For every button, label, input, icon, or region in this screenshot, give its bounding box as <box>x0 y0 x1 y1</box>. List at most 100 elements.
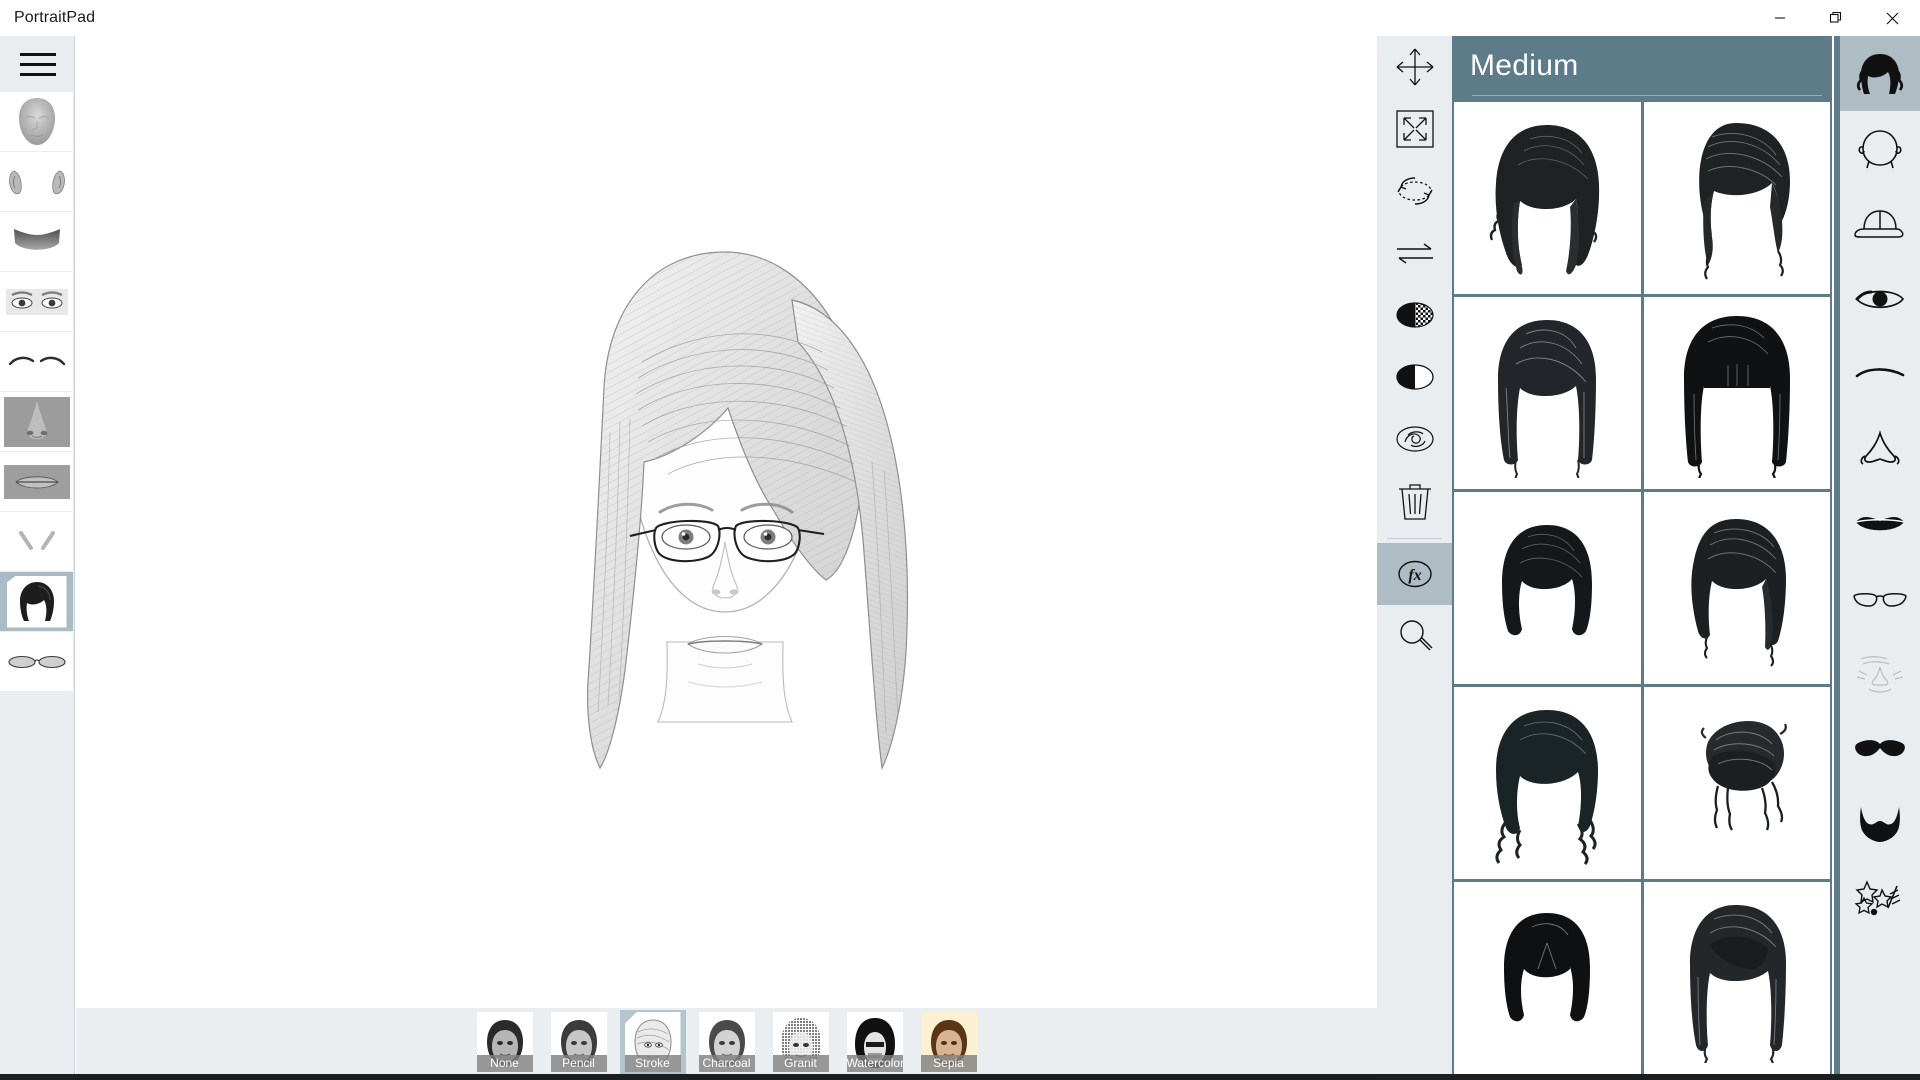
filter-sepia[interactable]: Sepia <box>916 1010 982 1074</box>
zoom-tool-button[interactable] <box>1377 605 1452 667</box>
hairstyle-wavy-long <box>1490 125 1600 275</box>
category-wrinkles[interactable] <box>1840 636 1920 711</box>
left-feature-rail <box>0 36 75 1080</box>
sidebar-item-face[interactable] <box>0 92 73 151</box>
filter-charcoal[interactable]: Charcoal <box>694 1010 760 1074</box>
hairstyle-chin-bangs <box>1504 913 1591 1022</box>
sidebar-item-wrinkles[interactable] <box>0 512 73 571</box>
maximize-button[interactable] <box>1808 0 1864 36</box>
style-grid <box>1454 102 1830 1080</box>
sidebar-item-eyes[interactable] <box>0 272 73 331</box>
hairline-icon <box>0 212 73 271</box>
portrait-sketch <box>586 251 908 771</box>
hair-icon <box>1856 53 1904 94</box>
hair-icon <box>6 575 67 628</box>
resize-tool-button[interactable] <box>1377 98 1452 160</box>
hairstyle-angled-bob <box>1691 519 1786 667</box>
head-icon <box>1858 129 1902 168</box>
style-cell[interactable] <box>1643 492 1830 684</box>
eyebrow-icon <box>1855 367 1905 377</box>
tool-column: fx <box>1377 36 1452 1080</box>
filter-label: Stroke <box>624 1055 681 1072</box>
cap-icon <box>1854 209 1904 238</box>
eyes-icon <box>0 272 73 331</box>
sidebar-item-eyebrows[interactable] <box>0 332 73 391</box>
window-bottom-edge <box>0 1074 1920 1080</box>
mouth-icon <box>0 452 73 511</box>
category-mustache[interactable] <box>1840 711 1920 786</box>
window-controls <box>1752 0 1920 36</box>
hairstyle-straight-bob <box>1498 320 1597 478</box>
app-title: PortraitPad <box>14 9 96 26</box>
filter-label: None <box>476 1055 533 1072</box>
style-cell[interactable] <box>1454 297 1641 489</box>
category-eye[interactable] <box>1840 261 1920 336</box>
category-beard[interactable] <box>1840 786 1920 861</box>
filter-strip: None Pencil Stroke Charcoal Granit Water… <box>76 1008 1377 1080</box>
transparency-tool-button[interactable] <box>1377 284 1452 346</box>
sidebar-item-mouth[interactable] <box>0 452 73 511</box>
filter-label: Pencil <box>550 1055 607 1072</box>
face-shape-icon <box>0 92 73 151</box>
mustache-icon <box>1855 739 1905 756</box>
category-mouth[interactable] <box>1840 486 1920 561</box>
fx-tool-button[interactable]: fx <box>1377 543 1452 605</box>
portrait-canvas[interactable] <box>76 36 1377 1008</box>
close-button[interactable] <box>1864 0 1920 36</box>
hairstyle-curly <box>1495 710 1599 865</box>
flip-tool-button[interactable] <box>1377 222 1452 284</box>
rotate-tool-button[interactable] <box>1377 160 1452 222</box>
category-head[interactable] <box>1840 111 1920 186</box>
hairstyle-short-round <box>1502 525 1593 636</box>
filter-label: Granit <box>772 1055 829 1072</box>
category-hair[interactable] <box>1840 36 1920 111</box>
filter-granit[interactable]: Granit <box>768 1010 834 1074</box>
contrast-tool-button[interactable] <box>1377 346 1452 408</box>
ears-icon <box>0 152 73 211</box>
filter-pencil[interactable]: Pencil <box>546 1010 612 1074</box>
delete-tool-button[interactable] <box>1377 470 1452 532</box>
wrinkles-icon <box>0 512 73 571</box>
category-marks[interactable] <box>1840 861 1920 936</box>
sidebar-item-ears[interactable] <box>0 152 73 211</box>
style-cell[interactable] <box>1454 492 1641 684</box>
style-cell[interactable] <box>1454 102 1641 294</box>
style-panel: Medium <box>1452 36 1832 1080</box>
category-glasses[interactable] <box>1840 561 1920 636</box>
blur-tool-button[interactable] <box>1377 408 1452 470</box>
nose-icon <box>1860 429 1900 465</box>
filter-none[interactable]: None <box>472 1010 538 1074</box>
category-hat[interactable] <box>1840 186 1920 261</box>
style-cell[interactable] <box>1454 687 1641 879</box>
style-cell[interactable] <box>1454 882 1641 1074</box>
category-rail <box>1834 36 1920 1080</box>
wrinkles-icon <box>1856 655 1904 693</box>
stars-scar-icon <box>1854 879 1901 915</box>
style-panel-title: Medium <box>1470 49 1579 82</box>
hamburger-icon[interactable] <box>0 36 75 92</box>
eyebrows-icon <box>0 332 73 391</box>
filter-stroke[interactable]: Stroke <box>619 1010 686 1074</box>
category-eyebrow[interactable] <box>1840 336 1920 411</box>
glasses-icon <box>0 632 73 691</box>
title-bar: PortraitPad <box>0 0 1920 36</box>
lips-icon <box>1855 516 1905 530</box>
hairstyle-updo <box>1700 720 1787 831</box>
sidebar-item-glasses[interactable] <box>0 632 73 691</box>
sidebar-item-hairline[interactable] <box>0 212 73 271</box>
minimize-button[interactable] <box>1752 0 1808 36</box>
hairstyle-side-swept <box>1698 123 1790 280</box>
style-cell[interactable] <box>1643 102 1830 294</box>
filter-label: Watercolor <box>846 1055 903 1072</box>
category-nose[interactable] <box>1840 411 1920 486</box>
style-panel-header: Medium <box>1452 36 1832 102</box>
style-cell[interactable] <box>1643 687 1830 879</box>
filter-label: Charcoal <box>698 1055 755 1072</box>
header-divider <box>1472 95 1822 96</box>
style-cell[interactable] <box>1643 882 1830 1074</box>
sidebar-item-hair[interactable] <box>0 572 73 631</box>
style-cell[interactable] <box>1643 297 1830 489</box>
filter-watercolor[interactable]: Watercolor <box>842 1010 908 1074</box>
sidebar-item-nose[interactable] <box>0 392 73 451</box>
move-tool-button[interactable] <box>1377 36 1452 98</box>
